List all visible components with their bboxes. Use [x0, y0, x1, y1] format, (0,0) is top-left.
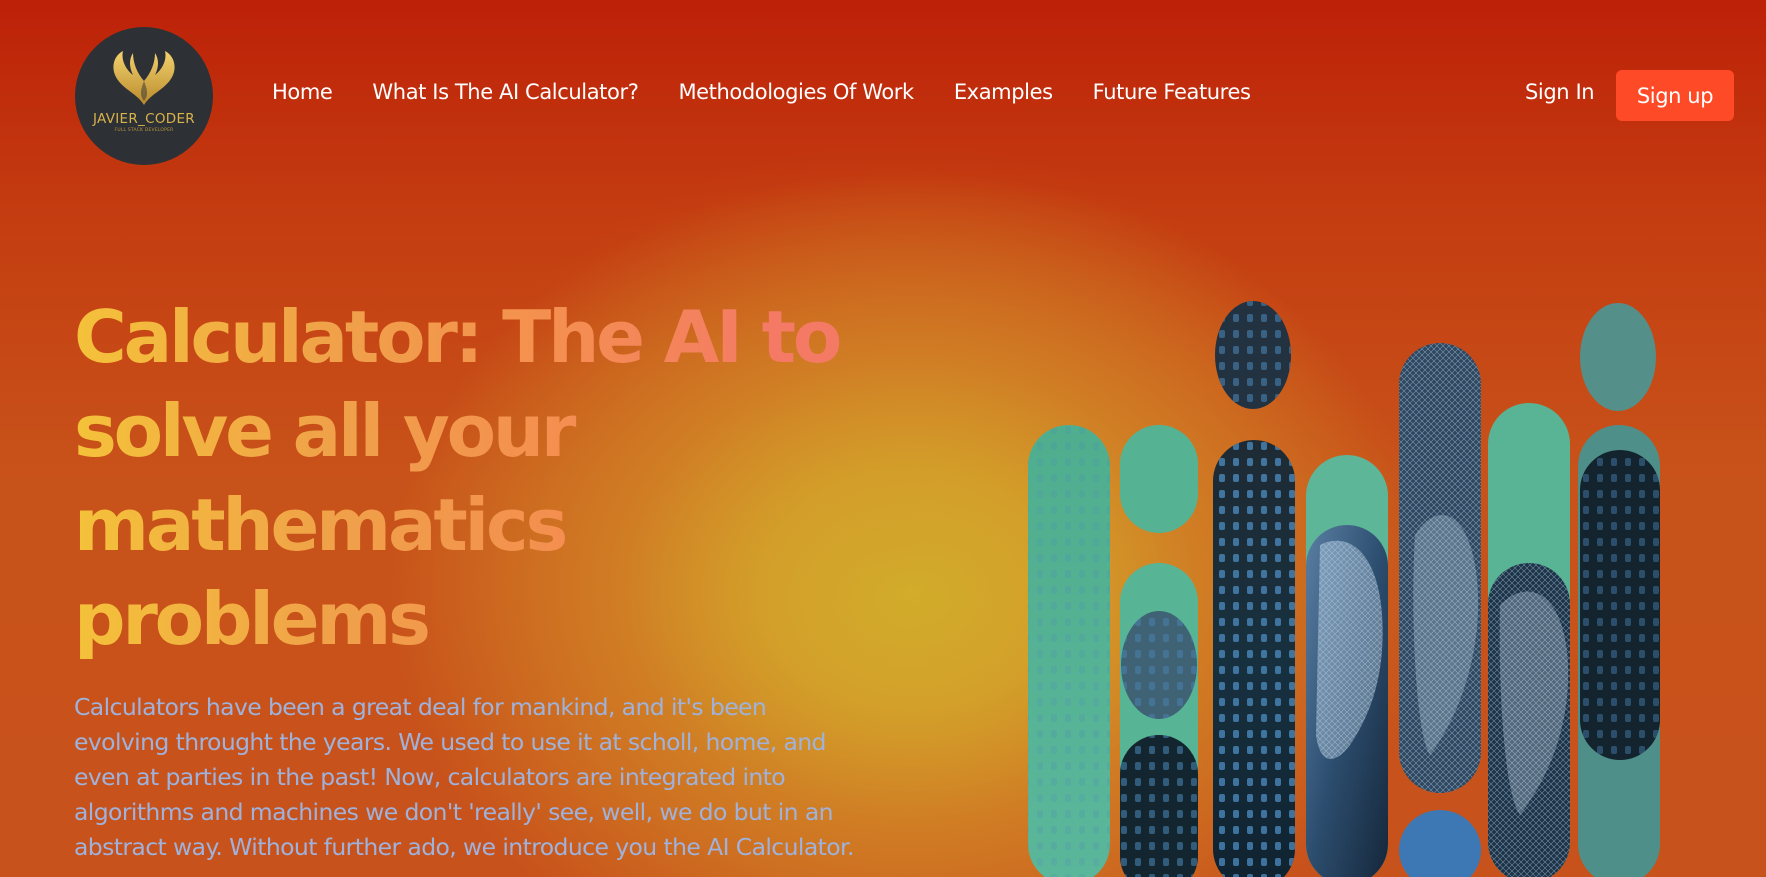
nav-what-is-ai-calculator[interactable]: What Is The AI Calculator? — [372, 80, 638, 104]
hero-description: Calculators have been a great deal for m… — [74, 693, 854, 861]
nav-future-features[interactable]: Future Features — [1093, 80, 1251, 104]
logo-tagline: FULL STACK DEVELOPER — [114, 128, 174, 133]
logo[interactable]: JAVIER_CODER FULL STACK DEVELOPER — [75, 27, 213, 165]
hero-title: Calculator: The AI to solve all your mat… — [74, 290, 864, 666]
logo-name: JAVIER_CODER — [93, 111, 195, 127]
phoenix-wings-icon — [113, 51, 175, 105]
sign-in-link[interactable]: Sign In — [1525, 80, 1595, 104]
ai-robot-face-pills-illustration — [1028, 301, 1660, 877]
nav-methodologies[interactable]: Methodologies Of Work — [678, 80, 914, 104]
sign-up-button[interactable]: Sign up — [1616, 70, 1734, 121]
main-nav: Home What Is The AI Calculator? Methodol… — [272, 80, 1251, 104]
nav-home[interactable]: Home — [272, 80, 333, 104]
nav-examples[interactable]: Examples — [954, 80, 1053, 104]
